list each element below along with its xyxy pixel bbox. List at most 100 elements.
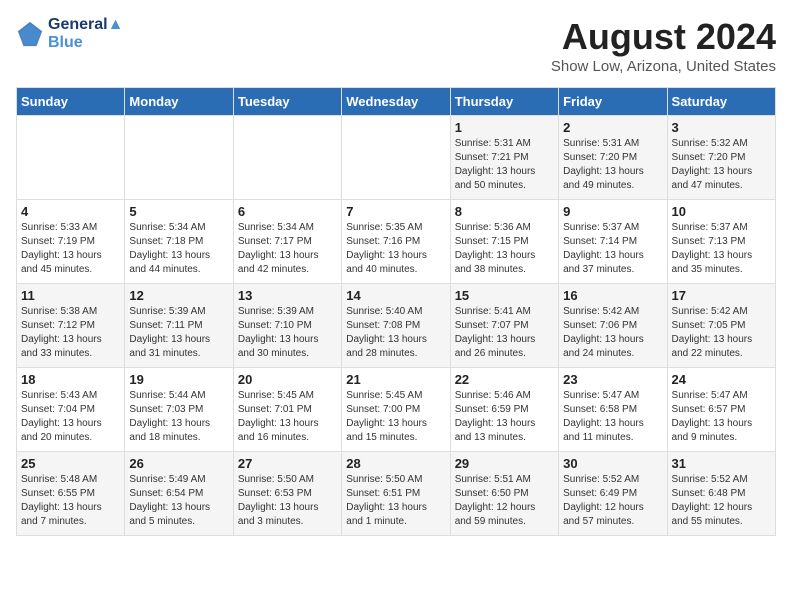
week-row-1: 4 Sunrise: 5:33 AM Sunset: 7:19 PM Daylig… — [17, 200, 776, 284]
calendar-cell: 13Sunrise: 5:39 AM Sunset: 7:10 PM Dayli… — [233, 284, 341, 368]
calendar-cell: 25Sunrise: 5:48 AM Sunset: 6:55 PM Dayli… — [17, 452, 125, 536]
subtitle: Show Low, Arizona, United States — [551, 58, 776, 75]
day-info: Sunrise: 5:50 AM Sunset: 6:51 PM Dayligh… — [346, 473, 445, 529]
day-number: 5 — [129, 204, 228, 219]
day-info: Sunrise: 5:43 AM Sunset: 7:04 PM Dayligh… — [21, 389, 120, 445]
header-friday: Friday — [559, 88, 667, 116]
day-number: 18 — [21, 372, 120, 387]
calendar-cell: 28 Sunrise: 5:50 AM Sunset: 6:51 PM Dayli… — [342, 452, 450, 536]
calendar-cell: 7 Sunrise: 5:35 AM Sunset: 7:16 PM Daylig… — [342, 200, 450, 284]
day-info: Sunrise: 5:37 AM Sunset: 7:13 PM Dayligh… — [672, 221, 771, 277]
day-number: 2 — [563, 120, 662, 135]
day-number: 7 — [346, 204, 445, 219]
day-number: 20 — [238, 372, 337, 387]
calendar-cell: 23Sunrise: 5:47 AM Sunset: 6:58 PM Dayli… — [559, 368, 667, 452]
day-info: Sunrise: 5:36 AM Sunset: 7:15 PM Dayligh… — [455, 221, 554, 277]
week-row-3: 18 Sunrise: 5:43 AM Sunset: 7:04 PM Dayli… — [17, 368, 776, 452]
header-saturday: Saturday — [667, 88, 775, 116]
day-info: Sunrise: 5:33 AM Sunset: 7:19 PM Dayligh… — [21, 221, 120, 277]
calendar-cell: 3 Sunrise: 5:32 AM Sunset: 7:20 PM Daylig… — [667, 116, 775, 200]
day-info: Sunrise: 5:45 AM Sunset: 7:01 PM Dayligh… — [238, 389, 337, 445]
day-number: 26 — [129, 456, 228, 471]
day-number: 1 — [455, 120, 554, 135]
calendar-cell: 14 Sunrise: 5:40 AM Sunset: 7:08 PM Dayli… — [342, 284, 450, 368]
calendar-cell: 15 Sunrise: 5:41 AM Sunset: 7:07 PM Dayli… — [450, 284, 558, 368]
day-info: Sunrise: 5:35 AM Sunset: 7:16 PM Dayligh… — [346, 221, 445, 277]
day-info: Sunrise: 5:42 AM Sunset: 7:05 PM Dayligh… — [672, 305, 771, 361]
week-row-4: 25Sunrise: 5:48 AM Sunset: 6:55 PM Dayli… — [17, 452, 776, 536]
calendar-cell: 24Sunrise: 5:47 AM Sunset: 6:57 PM Dayli… — [667, 368, 775, 452]
day-number: 27 — [238, 456, 337, 471]
day-number: 3 — [672, 120, 771, 135]
calendar-cell: 20 Sunrise: 5:45 AM Sunset: 7:01 PM Dayli… — [233, 368, 341, 452]
calendar-cell: 29 Sunrise: 5:51 AM Sunset: 6:50 PM Dayli… — [450, 452, 558, 536]
day-info: Sunrise: 5:38 AM Sunset: 7:12 PM Dayligh… — [21, 305, 120, 361]
logo-icon — [16, 20, 44, 48]
header-tuesday: Tuesday — [233, 88, 341, 116]
logo: General▲ Blue — [16, 16, 123, 52]
day-info: Sunrise: 5:49 AM Sunset: 6:54 PM Dayligh… — [129, 473, 228, 529]
calendar-cell: 22 Sunrise: 5:46 AM Sunset: 6:59 PM Dayli… — [450, 368, 558, 452]
day-info: Sunrise: 5:44 AM Sunset: 7:03 PM Dayligh… — [129, 389, 228, 445]
day-number: 30 — [563, 456, 662, 471]
day-number: 4 — [21, 204, 120, 219]
day-number: 6 — [238, 204, 337, 219]
calendar-cell: 11Sunrise: 5:38 AM Sunset: 7:12 PM Dayli… — [17, 284, 125, 368]
calendar-cell: 26 Sunrise: 5:49 AM Sunset: 6:54 PM Dayli… — [125, 452, 233, 536]
day-number: 19 — [129, 372, 228, 387]
day-info: Sunrise: 5:50 AM Sunset: 6:53 PM Dayligh… — [238, 473, 337, 529]
calendar-cell: 4 Sunrise: 5:33 AM Sunset: 7:19 PM Daylig… — [17, 200, 125, 284]
calendar-cell — [342, 116, 450, 200]
day-info: Sunrise: 5:34 AM Sunset: 7:17 PM Dayligh… — [238, 221, 337, 277]
day-info: Sunrise: 5:42 AM Sunset: 7:06 PM Dayligh… — [563, 305, 662, 361]
day-number: 9 — [563, 204, 662, 219]
page-header: General▲ Blue August 2024 Show Low, Ariz… — [16, 16, 776, 75]
calendar-cell — [125, 116, 233, 200]
calendar-cell: 6 Sunrise: 5:34 AM Sunset: 7:17 PM Daylig… — [233, 200, 341, 284]
day-info: Sunrise: 5:41 AM Sunset: 7:07 PM Dayligh… — [455, 305, 554, 361]
day-number: 16 — [563, 288, 662, 303]
calendar-cell: 17Sunrise: 5:42 AM Sunset: 7:05 PM Dayli… — [667, 284, 775, 368]
day-number: 25 — [21, 456, 120, 471]
day-info: Sunrise: 5:46 AM Sunset: 6:59 PM Dayligh… — [455, 389, 554, 445]
day-number: 15 — [455, 288, 554, 303]
day-number: 28 — [346, 456, 445, 471]
calendar-cell: 19 Sunrise: 5:44 AM Sunset: 7:03 PM Dayli… — [125, 368, 233, 452]
calendar-cell: 8 Sunrise: 5:36 AM Sunset: 7:15 PM Daylig… — [450, 200, 558, 284]
week-row-2: 11Sunrise: 5:38 AM Sunset: 7:12 PM Dayli… — [17, 284, 776, 368]
day-number: 22 — [455, 372, 554, 387]
day-info: Sunrise: 5:39 AM Sunset: 7:11 PM Dayligh… — [129, 305, 228, 361]
calendar-cell: 9 Sunrise: 5:37 AM Sunset: 7:14 PM Daylig… — [559, 200, 667, 284]
calendar-cell: 1 Sunrise: 5:31 AM Sunset: 7:21 PM Daylig… — [450, 116, 558, 200]
calendar-cell: 5 Sunrise: 5:34 AM Sunset: 7:18 PM Daylig… — [125, 200, 233, 284]
day-number: 8 — [455, 204, 554, 219]
calendar-cell: 2Sunrise: 5:31 AM Sunset: 7:20 PM Daylig… — [559, 116, 667, 200]
title-block: August 2024 Show Low, Arizona, United St… — [551, 16, 776, 75]
day-info: Sunrise: 5:40 AM Sunset: 7:08 PM Dayligh… — [346, 305, 445, 361]
day-info: Sunrise: 5:31 AM Sunset: 7:21 PM Dayligh… — [455, 137, 554, 193]
day-info: Sunrise: 5:51 AM Sunset: 6:50 PM Dayligh… — [455, 473, 554, 529]
day-number: 14 — [346, 288, 445, 303]
day-number: 12 — [129, 288, 228, 303]
calendar-header: SundayMondayTuesdayWednesdayThursdayFrid… — [17, 88, 776, 116]
day-number: 10 — [672, 204, 771, 219]
day-info: Sunrise: 5:37 AM Sunset: 7:14 PM Dayligh… — [563, 221, 662, 277]
header-wednesday: Wednesday — [342, 88, 450, 116]
calendar-cell — [17, 116, 125, 200]
calendar-table: SundayMondayTuesdayWednesdayThursdayFrid… — [16, 87, 776, 536]
calendar-cell: 12 Sunrise: 5:39 AM Sunset: 7:11 PM Dayli… — [125, 284, 233, 368]
day-number: 21 — [346, 372, 445, 387]
calendar-cell: 10 Sunrise: 5:37 AM Sunset: 7:13 PM Dayli… — [667, 200, 775, 284]
header-monday: Monday — [125, 88, 233, 116]
week-row-0: 1 Sunrise: 5:31 AM Sunset: 7:21 PM Daylig… — [17, 116, 776, 200]
day-number: 29 — [455, 456, 554, 471]
day-info: Sunrise: 5:47 AM Sunset: 6:58 PM Dayligh… — [563, 389, 662, 445]
day-info: Sunrise: 5:52 AM Sunset: 6:48 PM Dayligh… — [672, 473, 771, 529]
logo-text: General▲ Blue — [48, 16, 123, 52]
calendar-body: 1 Sunrise: 5:31 AM Sunset: 7:21 PM Daylig… — [17, 116, 776, 536]
day-info: Sunrise: 5:52 AM Sunset: 6:49 PM Dayligh… — [563, 473, 662, 529]
day-info: Sunrise: 5:34 AM Sunset: 7:18 PM Dayligh… — [129, 221, 228, 277]
day-number: 31 — [672, 456, 771, 471]
day-info: Sunrise: 5:32 AM Sunset: 7:20 PM Dayligh… — [672, 137, 771, 193]
header-sunday: Sunday — [17, 88, 125, 116]
